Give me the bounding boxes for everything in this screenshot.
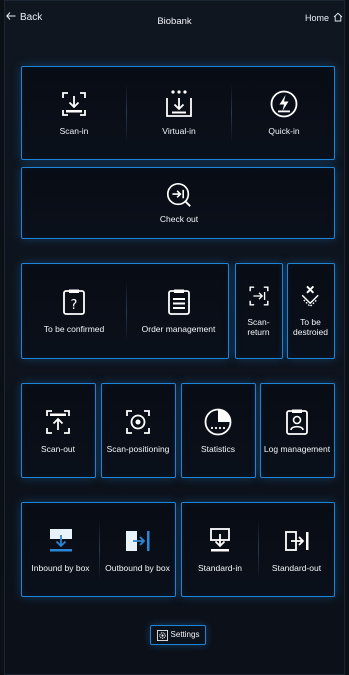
standard-in-label: Standard-in xyxy=(198,562,242,573)
destroy-icon xyxy=(301,285,319,308)
to-be-confirmed-label: To be confirmed xyxy=(43,324,105,335)
quick-in-button[interactable]: Quick-in xyxy=(232,67,336,159)
top-bar: Back Biobank Home xyxy=(0,0,349,36)
question-clipboard-icon: ? xyxy=(63,289,85,316)
user-id-card-icon xyxy=(286,409,308,435)
check-out-panel: Check out xyxy=(21,167,335,239)
scan-out-label: Scan-out xyxy=(40,443,76,454)
statistics-panel: Statistics xyxy=(181,383,256,478)
check-out-icon xyxy=(166,183,191,207)
outbound-by-box-button[interactable]: Outbound by box xyxy=(100,503,175,596)
settings-label: Settings xyxy=(170,630,200,640)
statistics-button[interactable]: Statistics xyxy=(182,384,254,477)
virtual-in-icon xyxy=(166,90,192,118)
scan-target-icon xyxy=(126,409,150,434)
home-icon xyxy=(333,12,343,24)
quick-in-label: Quick-in xyxy=(268,126,300,137)
order-management-label: Order management xyxy=(141,324,216,335)
to-be-confirmed-button[interactable]: ? To be confirmed xyxy=(22,264,126,358)
order-management-button[interactable]: Order management xyxy=(127,264,230,358)
standard-out-icon xyxy=(284,530,308,551)
lightning-icon xyxy=(270,90,298,118)
virtual-in-label: Virtual-in xyxy=(162,126,196,137)
standard-panel: Standard-in Standard-out xyxy=(181,502,335,597)
log-management-button[interactable]: Log management xyxy=(261,384,333,477)
clipboard-list-icon xyxy=(167,289,190,316)
scan-in-label: Scan-in xyxy=(59,126,89,137)
home-label: Home xyxy=(304,13,329,23)
scan-return-panel: Scan- return xyxy=(235,263,283,359)
virtual-in-button[interactable]: Virtual-in xyxy=(127,67,231,159)
inbound-panel: Scan-in Virtual-in Quick-in xyxy=(21,66,335,160)
svg-text:?: ? xyxy=(71,298,78,313)
scan-out-button[interactable]: Scan-out xyxy=(22,384,94,477)
scan-positioning-button[interactable]: Scan-positioning xyxy=(102,384,174,477)
box-panel: Inbound by box Outbound by box xyxy=(21,502,176,597)
settings-button[interactable]: Settings xyxy=(150,625,206,645)
inbound-by-box-label: Inbound by box xyxy=(31,562,90,573)
outbound-box-icon xyxy=(125,530,149,551)
scan-return-button[interactable]: Scan- return xyxy=(236,264,281,358)
scan-positioning-panel: Scan-positioning xyxy=(101,383,176,478)
log-management-label: Log management xyxy=(263,443,331,454)
to-be-destroied-button[interactable]: To be destroied xyxy=(288,264,333,358)
check-out-label: Check out xyxy=(159,214,199,225)
scan-return-icon xyxy=(248,286,269,306)
statistics-label: Statistics xyxy=(200,443,235,454)
order-panel: ? To be confirmed Order management xyxy=(21,263,229,359)
scan-return-label: Scan- return xyxy=(247,317,270,337)
log-management-panel: Log management xyxy=(260,383,335,478)
gear-icon xyxy=(156,629,168,641)
destroy-panel: To be destroied xyxy=(287,263,335,359)
inbound-by-box-button[interactable]: Inbound by box xyxy=(22,503,99,596)
check-out-button[interactable]: Check out xyxy=(22,168,336,238)
pie-chart-icon xyxy=(204,408,232,436)
to-be-destroied-label: To be destroied xyxy=(293,317,328,337)
standard-out-button[interactable]: Standard-out xyxy=(259,503,334,596)
home-button[interactable]: Home xyxy=(305,12,343,24)
page-title: Biobank xyxy=(157,16,192,27)
scan-in-button[interactable]: Scan-in xyxy=(22,67,126,159)
standard-in-button[interactable]: Standard-in xyxy=(182,503,258,596)
scan-out-icon xyxy=(46,409,70,434)
scan-positioning-label: Scan-positioning xyxy=(106,443,170,454)
scan-out-panel: Scan-out xyxy=(21,383,96,478)
outbound-by-box-label: Outbound by box xyxy=(105,562,170,573)
inbound-box-icon xyxy=(49,528,72,552)
standard-in-icon xyxy=(210,527,230,552)
scan-in-icon xyxy=(62,92,86,117)
standard-out-label: Standard-out xyxy=(271,562,322,573)
